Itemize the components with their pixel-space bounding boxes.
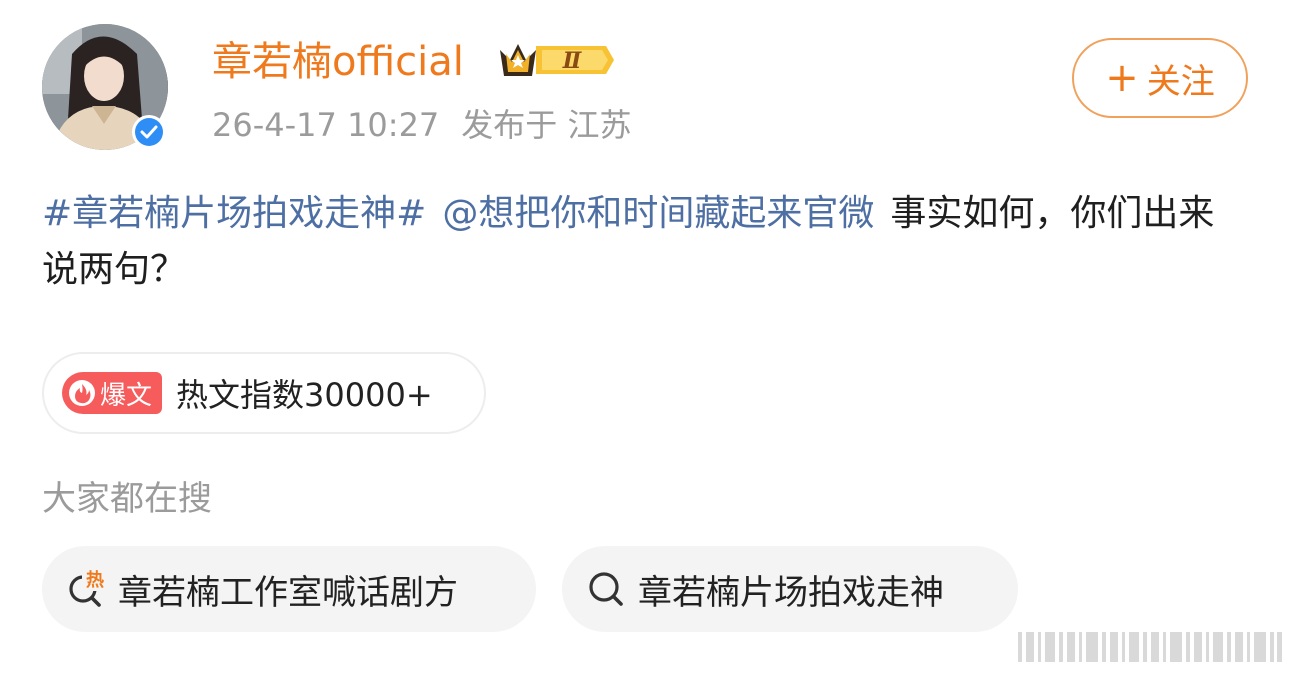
post-location: 发布于 江苏 [461, 106, 632, 144]
vip-crown-badge[interactable]: Ⅱ [496, 38, 614, 82]
hot-index-label: 热文指数30000+ [176, 376, 433, 414]
follow-button-label: 关注 [1146, 61, 1215, 102]
hot-index-pill[interactable]: 爆文 热文指数30000+ [42, 352, 486, 434]
search-icon [589, 572, 623, 606]
search-suggestion-1[interactable]: 热 章若楠工作室喊话剧方 [42, 546, 536, 632]
vip-level-text: Ⅱ [562, 48, 583, 74]
hot-badge-label: 爆文 [100, 380, 153, 411]
verified-check-icon [135, 118, 163, 146]
hot-mark: 热 [86, 569, 104, 591]
search-suggestion-label: 章若楠工作室喊话剧方 [118, 572, 458, 613]
post-content: #章若楠片场拍戏走神# @想把你和时间藏起来官微 事实如何，你们出来说两句？ [42, 186, 1242, 298]
search-suggestion-label: 章若楠片场拍戏走神 [638, 572, 944, 613]
topic-link[interactable]: #章若楠片场拍戏走神# [42, 193, 426, 234]
mention-link[interactable]: @想把你和时间藏起来官微 [442, 193, 874, 234]
post-timestamp: 26-4-17 10:27 [212, 106, 440, 144]
verified-badge [132, 115, 166, 149]
hot-search-icon: 热 [69, 567, 108, 607]
post-meta: 26-4-17 10:27 发布于 江苏 [212, 104, 631, 146]
plus-icon: + [1105, 55, 1139, 101]
watermark-stripes [1018, 632, 1282, 662]
username[interactable]: 章若楠official [212, 36, 464, 88]
weibo-post: 章若楠official Ⅱ 26-4-17 10:27 发布于 江苏 + 关注 #… [0, 0, 1290, 678]
search-suggestion-2[interactable]: 章若楠片场拍戏走神 [562, 546, 1018, 632]
flame-icon [69, 380, 95, 406]
follow-button[interactable]: + 关注 [1072, 38, 1248, 118]
search-section-title: 大家都在搜 [42, 479, 212, 519]
hot-article-badge: 爆文 [62, 372, 163, 414]
